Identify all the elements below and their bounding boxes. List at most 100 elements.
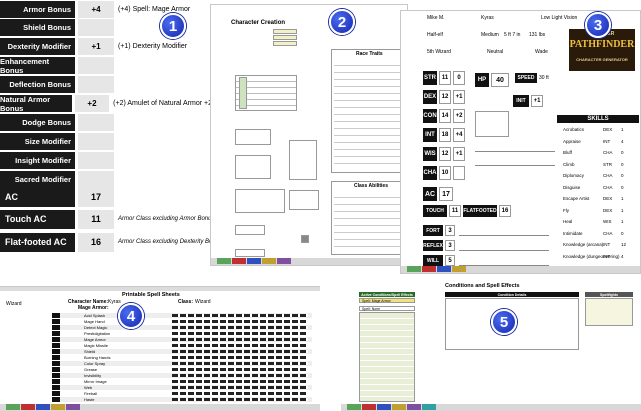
spell-row[interactable]: Haste xyxy=(52,397,312,402)
spell-row[interactable]: Invisibility xyxy=(52,373,312,378)
skill-ability: DEX xyxy=(603,127,613,132)
size-text: Medium xyxy=(481,32,499,38)
exp-progression-cell[interactable] xyxy=(273,41,297,46)
spell-row[interactable]: Burning Hands xyxy=(52,355,312,360)
selected-condition-row[interactable]: Spell: Mage Armor xyxy=(359,298,415,303)
character-name-box[interactable] xyxy=(235,189,285,213)
spell-row[interactable]: Acid Splash xyxy=(52,313,312,318)
archetype-box[interactable] xyxy=(289,190,319,210)
ac-row-value[interactable]: +1 xyxy=(78,38,114,56)
save-value[interactable]: 5 xyxy=(445,255,455,266)
ability-score[interactable]: 12 xyxy=(439,90,451,104)
damage-reduction-line xyxy=(475,151,555,152)
hp-label: HP xyxy=(475,73,489,87)
ability-modifier: +4 xyxy=(453,128,465,142)
ac-row-value[interactable] xyxy=(78,57,114,75)
skill-name: Acrobatics xyxy=(563,127,585,132)
ability-score[interactable]: 12 xyxy=(439,147,451,161)
race-class-box[interactable] xyxy=(235,155,271,179)
skill-name: Disguise xyxy=(563,184,581,190)
skill-name: Climb xyxy=(563,161,575,167)
skill-total: 0 xyxy=(621,184,624,190)
skill-total: 4 xyxy=(621,253,624,259)
spell-name: Prestidigitation xyxy=(84,331,111,336)
skill-total: 4 xyxy=(621,138,624,144)
save-label: REFLEX xyxy=(423,240,443,251)
touch-value[interactable]: 11 xyxy=(449,205,461,217)
spell-row[interactable]: Fireball xyxy=(52,391,312,396)
ability-score[interactable]: 10 xyxy=(439,166,451,180)
ac-row-value[interactable] xyxy=(78,132,114,150)
ac-row-note: (+2) Amulet of Natural Armor +2 xyxy=(113,100,212,107)
spell-row[interactable]: Color Spray xyxy=(52,361,312,366)
save-value[interactable]: 3 xyxy=(445,240,455,251)
callout-badge-3: 3 xyxy=(585,12,611,38)
ability-method-cell[interactable] xyxy=(273,29,297,34)
ac-row-value[interactable] xyxy=(78,170,114,188)
ac-row-label: Shield Bonus xyxy=(0,19,75,37)
weight-box[interactable] xyxy=(235,249,265,257)
save-label: WILL xyxy=(423,255,443,266)
hp-method-cell[interactable] xyxy=(273,35,297,40)
deity-box[interactable] xyxy=(289,140,317,180)
energy-resistance-line xyxy=(475,165,555,166)
speed-alignment-box[interactable] xyxy=(235,129,271,145)
spell-row[interactable]: Mage Armor xyxy=(52,337,312,342)
init-label: INIT xyxy=(513,95,529,107)
wounds-box[interactable] xyxy=(475,111,509,137)
ac-total-value[interactable]: 16 xyxy=(78,232,114,252)
callout-badge-5: 5 xyxy=(491,309,517,335)
flatfooted-label: FLATFOOTED xyxy=(463,205,497,217)
height-box[interactable] xyxy=(235,225,265,235)
ac-row-label: Sacred Modifier xyxy=(0,170,75,188)
ac-row-note: (+4) Spell: Mage Armor xyxy=(118,5,191,13)
callout-badge-4: 4 xyxy=(118,303,144,329)
spell-row[interactable]: Detect Magic xyxy=(52,325,312,330)
spell-list-row[interactable]: Spell: None xyxy=(359,306,415,311)
spell-class: Wizard xyxy=(195,299,211,305)
height-text: 5 ft 7 in xyxy=(504,32,521,38)
skill-ability: CHA xyxy=(603,184,613,190)
ac-row-value[interactable]: +2 xyxy=(74,95,110,112)
spell-row[interactable]: Prestidigitation xyxy=(52,331,312,336)
ability-score[interactable]: 11 xyxy=(439,71,451,85)
spell-row[interactable]: Web xyxy=(52,385,312,390)
skill-total: 0 xyxy=(621,230,624,236)
sheet-tabs[interactable] xyxy=(341,404,641,411)
skill-ability: CHA xyxy=(603,173,613,178)
spell-row[interactable]: Shield xyxy=(52,349,312,354)
ac-row-value[interactable] xyxy=(78,151,114,169)
spell-name: Web xyxy=(84,385,93,390)
spell-row[interactable]: Mage Hand xyxy=(52,319,312,324)
init-value[interactable]: +1 xyxy=(531,95,543,107)
sheet-title: Character Creation xyxy=(231,20,286,26)
ac-total-label: AC xyxy=(0,187,75,207)
hp-value[interactable]: 40 xyxy=(491,73,509,87)
ac-value[interactable]: 17 xyxy=(439,187,453,201)
ability-score[interactable]: 18 xyxy=(439,128,451,142)
skill-name: Knowledge (arcana) xyxy=(563,242,604,247)
ac-row-value[interactable] xyxy=(78,113,114,131)
spell-name: Shield xyxy=(84,349,96,354)
sheet-tabs[interactable] xyxy=(0,404,320,411)
conditions-list[interactable] xyxy=(359,312,415,402)
ac-row-value[interactable] xyxy=(78,76,114,94)
spell-row[interactable]: Grease xyxy=(52,367,312,372)
ability-score[interactable]: 14 xyxy=(439,109,451,123)
spell-name: Magic Missile xyxy=(84,343,109,348)
flatfooted-value[interactable]: 16 xyxy=(499,205,511,217)
sheet-tabs[interactable] xyxy=(211,258,407,265)
ac-row-value[interactable] xyxy=(78,19,114,37)
ac-total-value[interactable]: 17 xyxy=(78,187,114,207)
ac-row-value[interactable]: +4 xyxy=(78,0,114,18)
ac-row: Natural Armor Bonus +2 (+2) Amulet of Natu… xyxy=(0,95,212,113)
spell-row[interactable]: Mirror Image xyxy=(52,379,312,384)
sheet-tabs[interactable] xyxy=(401,266,640,273)
skill-total: 1 xyxy=(621,196,624,201)
callout-badge-1: 1 xyxy=(160,13,186,39)
skill-name: Knowledge (dungeoneering) xyxy=(563,253,620,259)
skill-ability: CHA xyxy=(603,150,613,155)
ac-total-value[interactable]: 11 xyxy=(78,209,114,229)
spell-row[interactable]: Magic Missile xyxy=(52,343,312,348)
save-value[interactable]: 3 xyxy=(445,225,455,236)
